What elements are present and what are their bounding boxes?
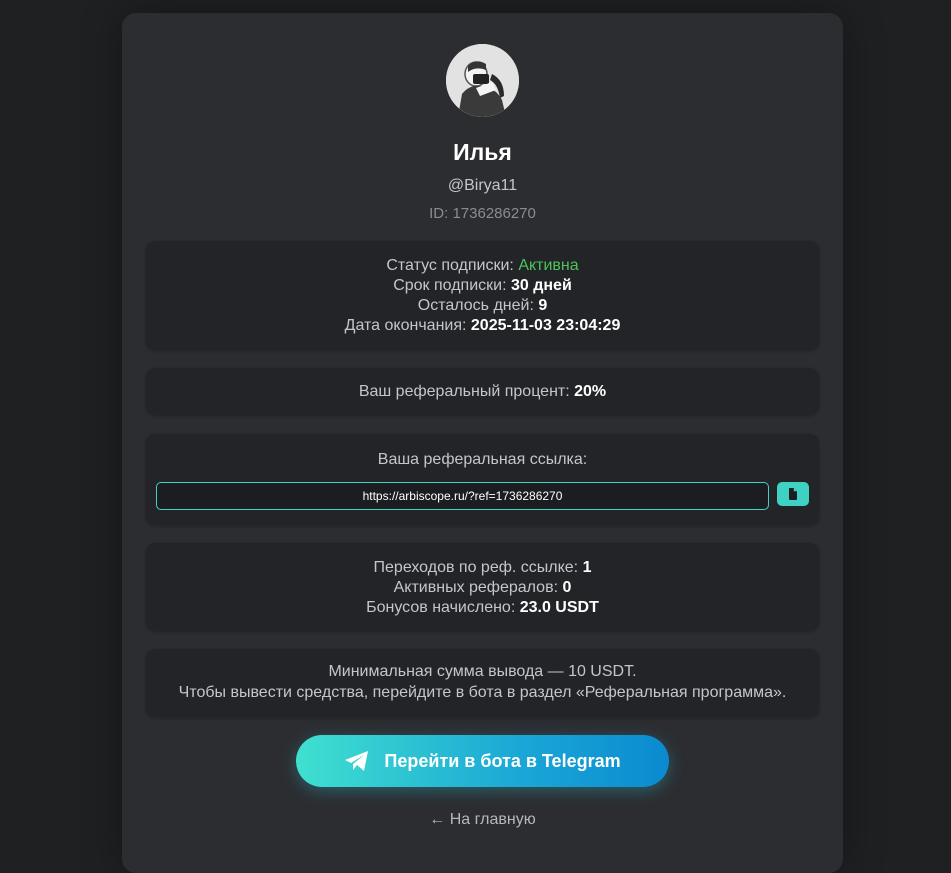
- profile-name: Илья: [453, 139, 512, 165]
- subscription-term-label: Срок подписки:: [393, 277, 511, 294]
- referral-link-input[interactable]: [156, 482, 769, 510]
- days-left-row: Осталось дней: 9: [146, 296, 819, 316]
- clicks-value: 1: [582, 559, 592, 576]
- withdraw-instructions-text: Чтобы вывести средства, перейдите в бота…: [178, 684, 787, 701]
- referral-percent-label: Ваш реферальный процент:: [358, 383, 575, 400]
- referral-percent-value: 20%: [574, 383, 607, 400]
- telegram-button-label: Перейти в бота в Telegram: [384, 750, 621, 771]
- open-telegram-bot-button[interactable]: Перейти в бота в Telegram: [296, 735, 669, 787]
- end-date-label: Дата окончания:: [344, 317, 471, 334]
- end-date-row: Дата окончания: 2025-11-03 23:04:29: [146, 316, 819, 336]
- withdraw-min-text: Минимальная сумма вывода — 10 USDT.: [328, 663, 637, 680]
- active-referrals-label: Активных рефералов:: [393, 579, 563, 596]
- end-date-value: 2025-11-03 23:04:29: [470, 317, 621, 334]
- subscription-status-label: Статус подписки:: [386, 257, 519, 274]
- referral-link-box: Ваша реферальная ссылка:: [146, 434, 819, 525]
- copy-link-button[interactable]: [777, 482, 809, 506]
- active-referrals-row: Активных рефералов: 0: [146, 578, 819, 598]
- referral-stats-box: Переходов по реф. ссылке: 1 Активных реф…: [146, 543, 819, 631]
- bonus-row: Бонусов начислено: 23.0 USDT: [146, 598, 819, 618]
- profile-id: ID: 1736286270: [429, 205, 536, 222]
- subscription-box: Статус подписки: Активна Срок подписки: …: [146, 241, 819, 350]
- days-left-label: Осталось дней:: [417, 297, 539, 314]
- profile-username: @Birya11: [447, 177, 518, 194]
- withdraw-info-box: Минимальная сумма вывода — 10 USDT. Чтоб…: [146, 649, 819, 717]
- clicks-row: Переходов по реф. ссылке: 1: [146, 558, 819, 578]
- bonus-value: 23.0 USDT: [519, 599, 599, 616]
- home-link[interactable]: ← На главную: [122, 811, 843, 829]
- active-referrals-value: 0: [562, 579, 572, 596]
- subscription-term-value: 30 дней: [510, 277, 572, 294]
- avatar: [446, 44, 519, 117]
- profile-card: Илья @Birya11 ID: 1736286270 Статус подп…: [122, 13, 843, 873]
- days-left-value: 9: [538, 297, 548, 314]
- referral-percent-box: Ваш реферальный процент: 20%: [146, 368, 819, 415]
- subscription-status-row: Статус подписки: Активна: [146, 256, 819, 276]
- referral-link-label: Ваша реферальная ссылка:: [377, 451, 588, 468]
- copy-icon: [786, 487, 800, 501]
- telegram-plane-icon: [344, 750, 370, 772]
- bonus-label: Бонусов начислено:: [366, 599, 520, 616]
- clicks-label: Переходов по реф. ссылке:: [373, 559, 583, 576]
- subscription-status-value: Активна: [518, 257, 579, 274]
- subscription-term-row: Срок подписки: 30 дней: [146, 276, 819, 296]
